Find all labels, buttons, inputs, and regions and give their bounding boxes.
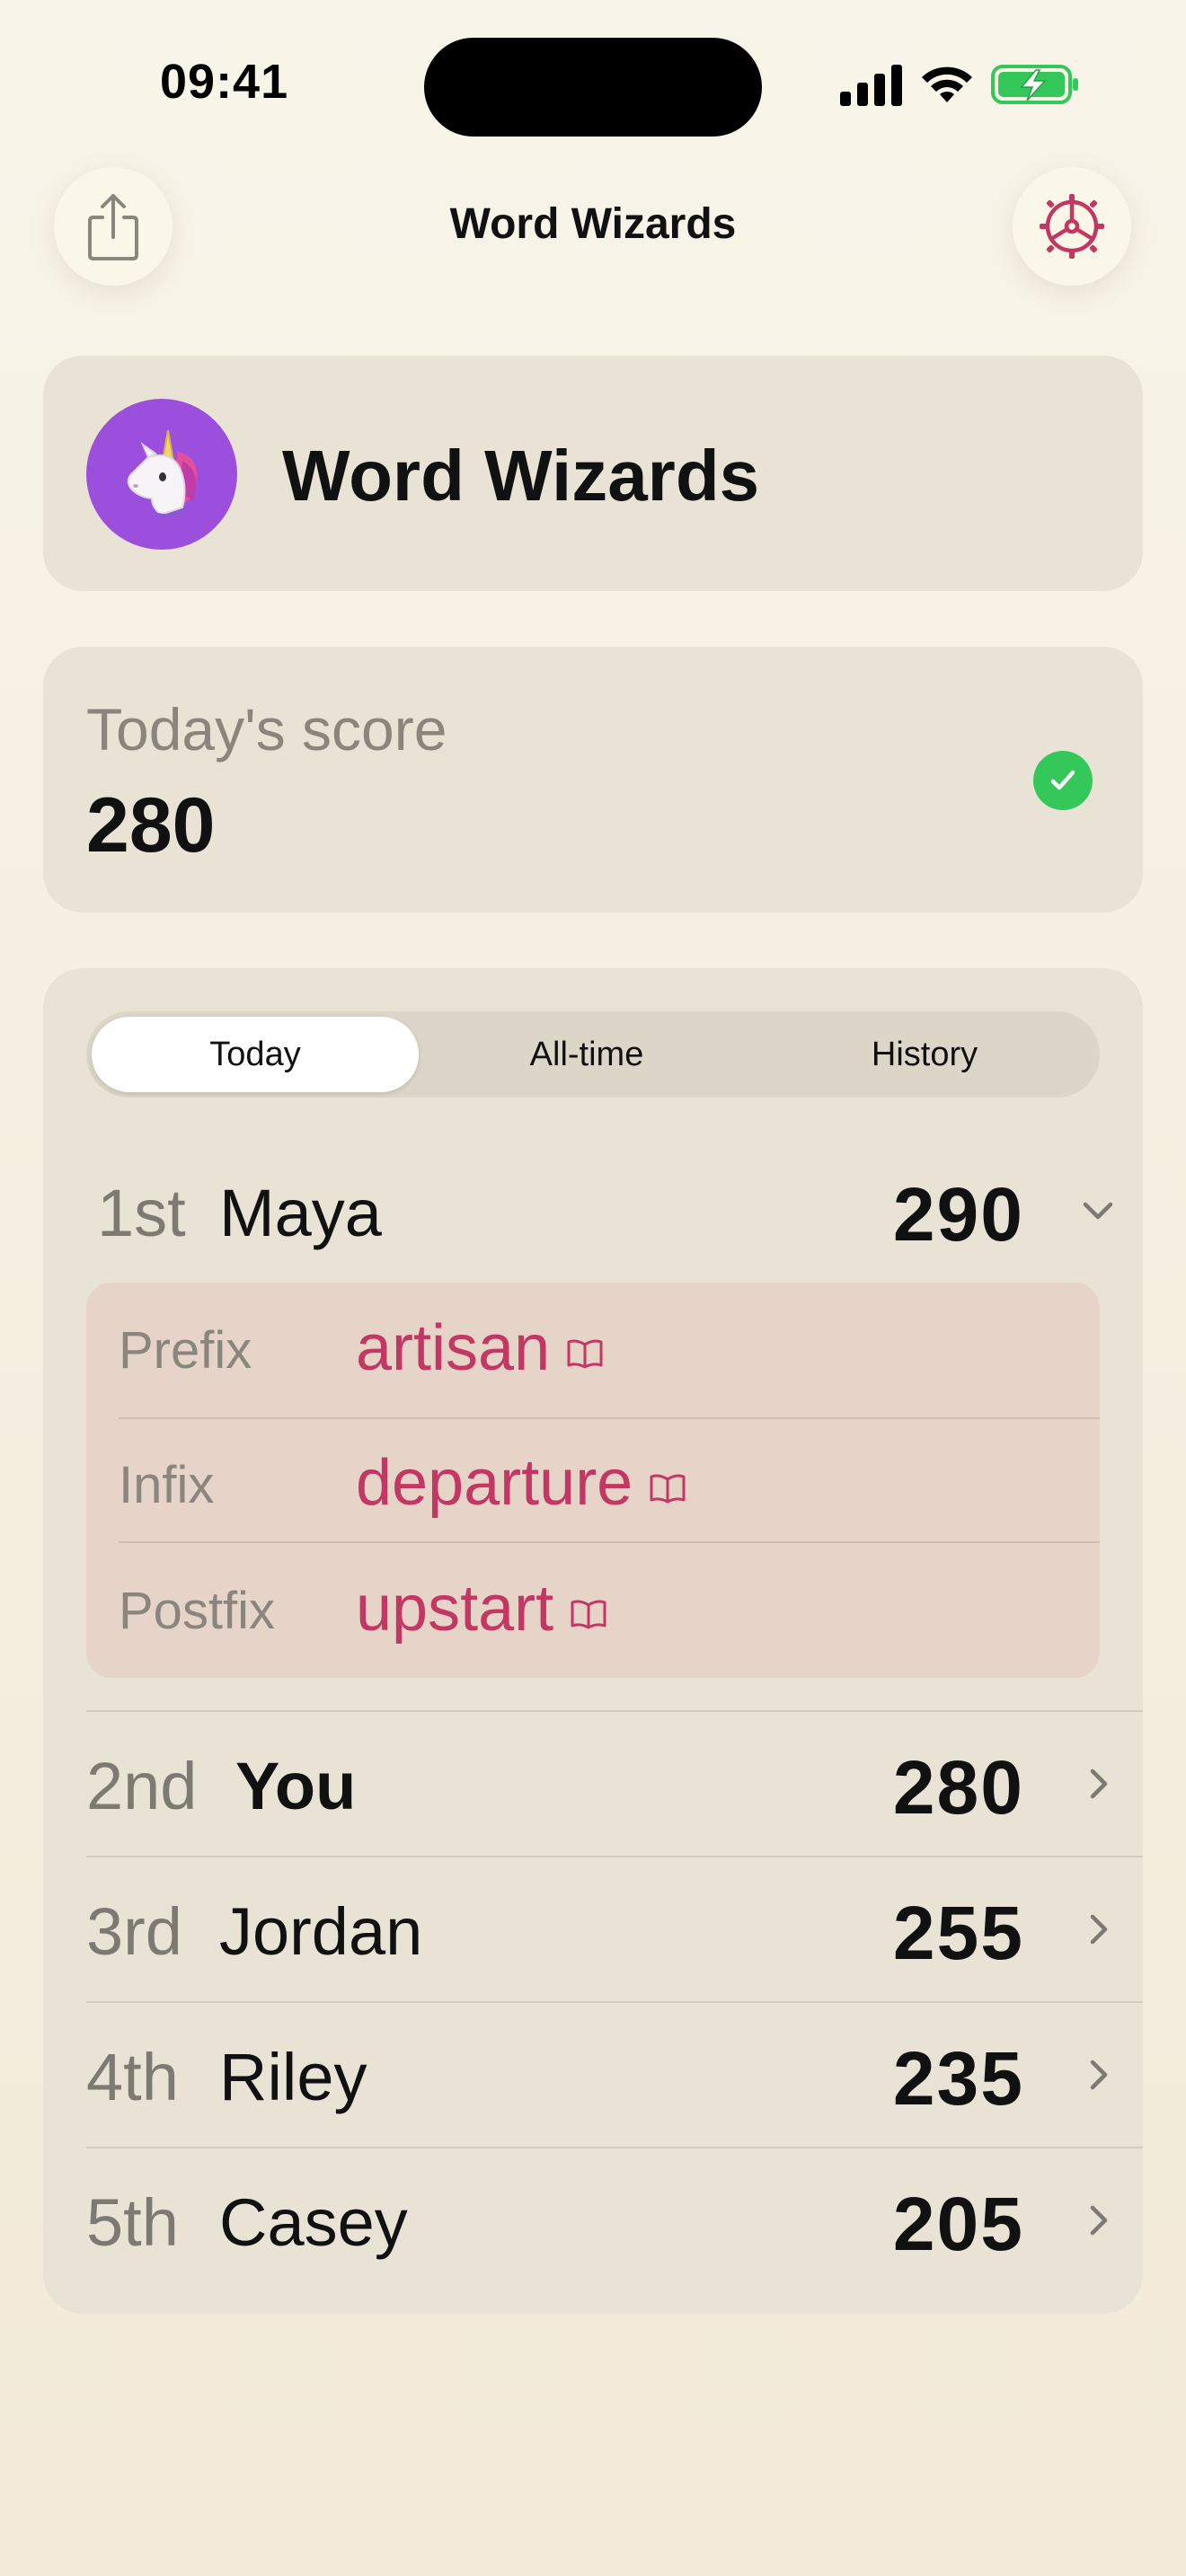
settings-button[interactable] bbox=[1013, 167, 1131, 286]
battery-charging-icon bbox=[991, 65, 1078, 104]
todays-score-card: Today's score 280 bbox=[43, 647, 1143, 913]
score-value: 280 bbox=[86, 782, 216, 869]
word-label: Infix bbox=[119, 1456, 215, 1514]
group-card: Word Wizards bbox=[43, 356, 1143, 591]
wifi-icon bbox=[922, 66, 972, 102]
group-avatar bbox=[86, 399, 237, 550]
row-rank: 5th bbox=[86, 2185, 179, 2260]
leaderboard-card: Today All-time History 1st Maya 290 Pref… bbox=[43, 968, 1143, 2314]
word-label: Prefix bbox=[119, 1321, 252, 1380]
book-icon[interactable] bbox=[566, 1337, 604, 1370]
leaderboard-row-you[interactable]: 2nd You 280 bbox=[86, 1712, 1143, 1856]
score-label: Today's score bbox=[86, 696, 447, 763]
word-entry: upstart bbox=[356, 1572, 607, 1645]
leaderboard-row-casey[interactable]: 5th Casey 205 bbox=[86, 2148, 1143, 2292]
row-rank: 2nd bbox=[86, 1749, 198, 1823]
group-name: Word Wizards bbox=[282, 436, 760, 516]
chevron-right-icon bbox=[1090, 2205, 1108, 2236]
chevron-right-icon bbox=[1090, 2060, 1108, 2090]
book-icon[interactable] bbox=[570, 1598, 607, 1630]
row-score: 205 bbox=[892, 2182, 1024, 2266]
row-rank: 1st bbox=[97, 1176, 186, 1250]
row-rank: 3rd bbox=[86, 1894, 182, 1969]
chevron-right-icon bbox=[1090, 1769, 1108, 1799]
chevron-right-icon bbox=[1090, 1914, 1108, 1945]
word-text: departure bbox=[356, 1447, 633, 1519]
word-row-infix: Infix departure bbox=[86, 1417, 1100, 1541]
leaderboard-row-jordan[interactable]: 3rd Jordan 255 bbox=[86, 1857, 1143, 2001]
row-name: You bbox=[235, 1749, 357, 1823]
row-score: 280 bbox=[892, 1745, 1024, 1830]
nav-title: Word Wizards bbox=[449, 200, 737, 248]
status-bar: 09:41 bbox=[0, 0, 1186, 171]
word-row-postfix: Postfix upstart bbox=[86, 1543, 1100, 1667]
leaderboard-row-riley[interactable]: 4th Riley 235 bbox=[86, 2003, 1143, 2147]
word-entry: departure bbox=[356, 1446, 686, 1520]
row-name: Maya bbox=[219, 1176, 382, 1250]
row-rank: 4th bbox=[86, 2040, 179, 2114]
checkmark-circle-icon bbox=[1033, 751, 1093, 810]
leaderboard-segmented-control: Today All-time History bbox=[86, 1011, 1100, 1098]
dynamic-island bbox=[424, 38, 762, 137]
expanded-word-details: Prefix artisan Infix departure Postfix u… bbox=[86, 1283, 1100, 1678]
chevron-down-icon bbox=[1083, 1202, 1113, 1220]
tab-today[interactable]: Today bbox=[92, 1017, 419, 1092]
word-text: upstart bbox=[356, 1573, 554, 1645]
word-text: artisan bbox=[356, 1312, 551, 1384]
cellular-signal-icon bbox=[840, 65, 902, 106]
row-name: Jordan bbox=[219, 1894, 423, 1969]
row-name: Riley bbox=[219, 2040, 367, 2114]
leaderboard-row-maya[interactable]: 1st Maya 290 bbox=[86, 1139, 1143, 1283]
tab-all-time[interactable]: All-time bbox=[422, 1017, 751, 1092]
word-entry: artisan bbox=[356, 1311, 604, 1385]
word-row-prefix: Prefix artisan bbox=[86, 1283, 1100, 1407]
book-icon[interactable] bbox=[649, 1472, 686, 1504]
row-score: 255 bbox=[892, 1891, 1024, 1975]
unicorn-icon bbox=[127, 429, 198, 518]
settings-gear-icon bbox=[1040, 194, 1104, 259]
tab-history[interactable]: History bbox=[755, 1017, 1094, 1092]
row-score: 235 bbox=[892, 2036, 1024, 2121]
word-label: Postfix bbox=[119, 1582, 276, 1640]
row-name: Casey bbox=[219, 2185, 408, 2260]
status-time: 09:41 bbox=[160, 55, 289, 109]
row-score: 290 bbox=[892, 1172, 1024, 1257]
